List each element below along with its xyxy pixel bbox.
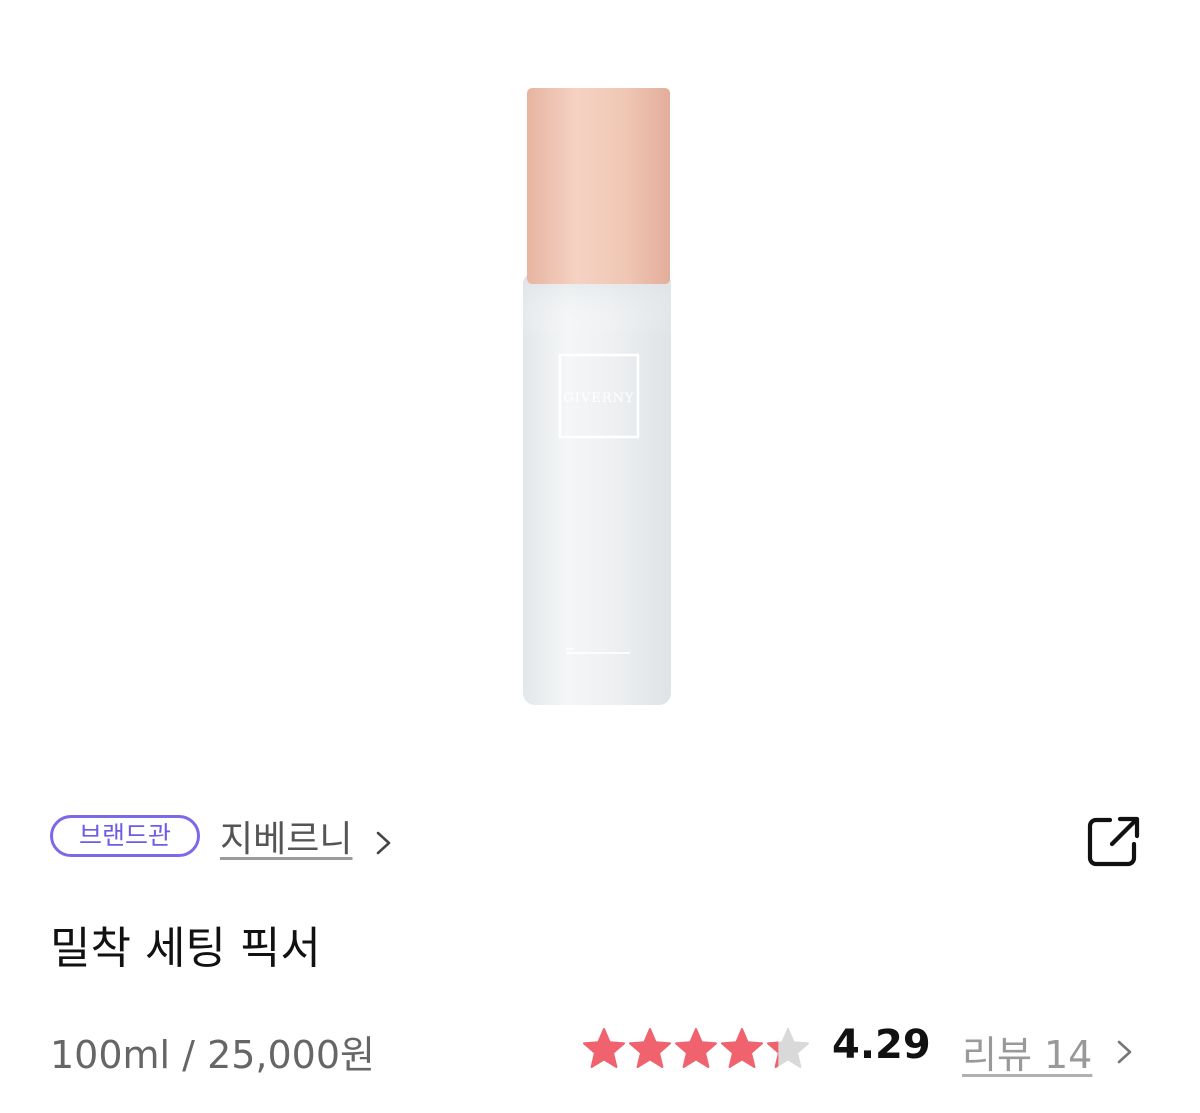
product-image: GIVERNY xyxy=(0,0,1200,770)
review-link[interactable]: 리뷰 14 xyxy=(962,1024,1136,1079)
star-partial-icon xyxy=(767,1028,809,1068)
review-count-label: 리뷰 14 xyxy=(962,1033,1093,1077)
product-name: 밀착 세팅 픽서 xyxy=(50,923,321,974)
brand-row: 브랜드관 지베르니 xyxy=(50,808,395,864)
star-full-icon xyxy=(583,1028,625,1068)
star-full-icon xyxy=(721,1028,763,1068)
star-full-icon xyxy=(629,1028,671,1068)
bottle-label-text: GIVERNY xyxy=(563,391,634,406)
brand-name-link[interactable]: 지베르니 xyxy=(220,810,352,862)
volume-price: 100ml / 25,000원 xyxy=(50,1033,375,1077)
rating-value: 4.29 xyxy=(832,1022,931,1068)
star-full-icon xyxy=(675,1028,717,1068)
bottle-cap xyxy=(527,88,670,284)
brand-store-label: 브랜드관 xyxy=(79,821,172,850)
rating-stars xyxy=(581,1026,811,1072)
chevron-right-icon[interactable] xyxy=(373,827,395,859)
chevron-right-icon xyxy=(1118,1040,1132,1063)
brand-store-button[interactable]: 브랜드관 xyxy=(50,815,201,857)
bottle-illustration: GIVERNY xyxy=(523,88,671,705)
share-icon[interactable] xyxy=(1086,814,1142,870)
